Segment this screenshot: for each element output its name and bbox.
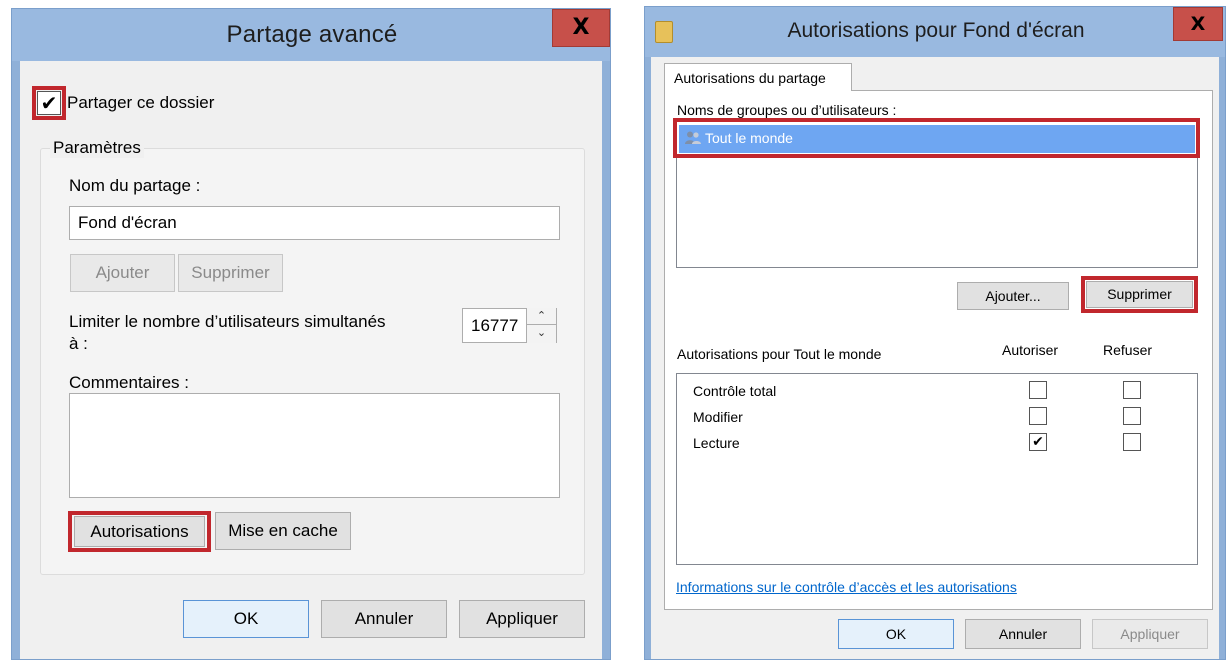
dialog-title: Autorisations pour Fond d'écran <box>787 19 1085 42</box>
comments-label: Commentaires : <box>69 373 189 392</box>
close-button[interactable]: X <box>1173 7 1223 41</box>
deny-column-header: Refuser <box>1103 342 1153 358</box>
allow-modify-checkbox[interactable] <box>1029 407 1047 425</box>
tab-share-permissions[interactable]: Autorisations du partage <box>664 63 852 91</box>
share-name-label: Nom du partage : <box>69 176 201 195</box>
spin-up-icon[interactable]: ⌃ <box>527 308 556 325</box>
title-bar: Partage avancé <box>12 9 610 61</box>
title-bar: Autorisations pour Fond d'écran <box>645 7 1225 57</box>
cancel-button[interactable]: Annuler <box>965 619 1081 649</box>
users-icon <box>685 131 701 144</box>
ok-button[interactable]: OK <box>838 619 954 649</box>
share-name-input[interactable]: Fond d'écran <box>69 206 560 240</box>
close-button[interactable]: X <box>552 9 610 47</box>
permission-full-control: Contrôle total <box>693 383 777 399</box>
add-button[interactable]: Ajouter <box>70 254 175 292</box>
settings-group-title: Paramètres <box>50 138 144 158</box>
deny-modify-checkbox[interactable] <box>1123 407 1141 425</box>
apply-button[interactable]: Appliquer <box>1092 619 1208 649</box>
share-folder-label: Partager ce dossier <box>67 93 215 112</box>
allow-column-header: Autoriser <box>1002 342 1059 358</box>
limit-users-label-2: à : <box>69 334 88 353</box>
remove-button[interactable]: Supprimer <box>178 254 283 292</box>
cancel-button[interactable]: Annuler <box>321 600 447 638</box>
permission-modify: Modifier <box>693 409 743 425</box>
dialog-title: Partage avancé <box>226 21 398 48</box>
deny-full-control-checkbox[interactable] <box>1123 381 1141 399</box>
deny-read-checkbox[interactable] <box>1123 433 1141 451</box>
spin-down-icon[interactable]: ⌄ <box>527 325 556 342</box>
list-item[interactable]: Tout le monde <box>679 125 1195 153</box>
limit-users-label: Limiter le nombre d’utilisateurs simulta… <box>69 312 386 331</box>
list-item-label: Tout le monde <box>705 130 793 146</box>
allow-read-checkbox[interactable]: ✔ <box>1029 433 1047 451</box>
share-folder-checkbox[interactable]: ✔ <box>37 91 61 115</box>
permissions-button[interactable]: Autorisations <box>74 516 205 547</box>
access-control-info-link[interactable]: Informations sur le contrôle d’accès et … <box>676 579 1017 595</box>
remove-button[interactable]: Supprimer <box>1086 281 1193 308</box>
permission-read: Lecture <box>693 435 740 451</box>
cache-button[interactable]: Mise en cache <box>215 512 351 550</box>
groups-label: Noms de groupes ou d’utilisateurs : <box>677 102 897 118</box>
permissions-list <box>676 373 1198 565</box>
add-button[interactable]: Ajouter... <box>957 282 1069 310</box>
spinner-arrows[interactable]: ⌃ ⌄ <box>526 308 556 343</box>
ok-button[interactable]: OK <box>183 600 309 638</box>
comments-textarea[interactable] <box>69 393 560 498</box>
allow-full-control-checkbox[interactable] <box>1029 381 1047 399</box>
apply-button[interactable]: Appliquer <box>459 600 585 638</box>
permissions-for-label: Autorisations pour Tout le monde <box>677 346 882 362</box>
